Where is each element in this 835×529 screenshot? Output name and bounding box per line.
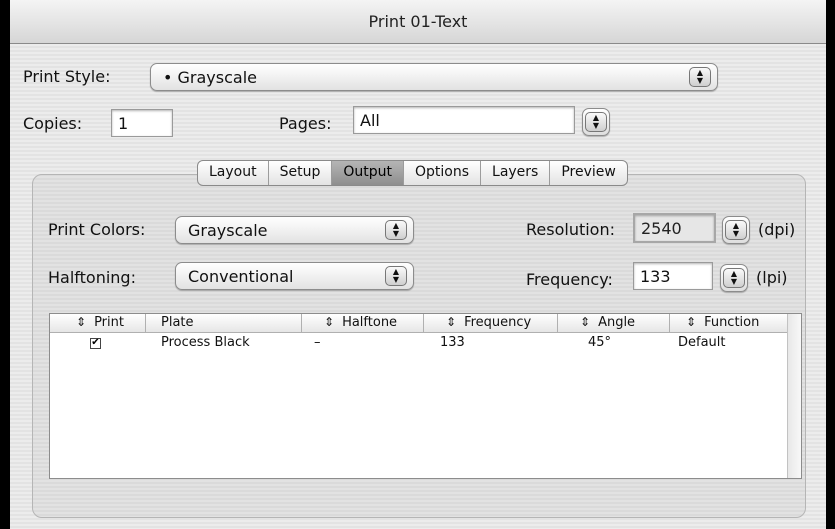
frequency-cell: 133 [440, 335, 465, 350]
tab-output[interactable]: Output [332, 161, 404, 185]
plates-table: ⇕ Print Plate ⇕ Halftone ⇕ Frequency ⇕ Angle… [49, 313, 802, 479]
print-checkbox[interactable]: ✔ [90, 338, 101, 349]
angle-cell: 45° [588, 335, 612, 350]
tab-layout[interactable]: Layout [198, 161, 269, 185]
print-colors-label: Print Colors: [48, 220, 146, 239]
tab-bar: Layout Setup Output Options Layers Previ… [197, 160, 628, 186]
table-header: ⇕ Print Plate ⇕ Halftone ⇕ Frequency ⇕ Angle… [50, 314, 787, 333]
sort-icon: ⇕ [76, 315, 87, 329]
halftone-cell: – [314, 335, 321, 350]
function-cell: Default [678, 335, 726, 350]
plate-cell: Process Black [161, 335, 250, 350]
column-header-function[interactable]: ⇕ Function [670, 314, 788, 332]
halftoning-popup[interactable]: Conventional ▲ ▼ [175, 262, 414, 290]
sort-icon: ⇕ [686, 315, 697, 329]
print-style-popup[interactable]: • Grayscale ▲ ▼ [150, 63, 718, 91]
popup-arrows-icon: ▲ ▼ [723, 268, 745, 288]
pages-field[interactable]: All [353, 106, 575, 134]
frequency-popup-button[interactable]: ▲ ▼ [720, 264, 748, 292]
column-header-print[interactable]: ⇕ Print [50, 314, 146, 332]
print-colors-value: Grayscale [188, 221, 268, 240]
sort-icon: ⇕ [580, 315, 591, 329]
copies-label: Copies: [23, 114, 83, 133]
resolution-label: Resolution: [526, 220, 615, 239]
window-title: Print 01-Text [368, 12, 468, 31]
pages-label: Pages: [279, 114, 332, 133]
resolution-popup-button[interactable]: ▲ ▼ [722, 216, 750, 244]
halftoning-value: Conventional [188, 267, 294, 286]
sort-icon: ⇕ [324, 315, 335, 329]
resolution-field[interactable]: 2540 [633, 213, 716, 243]
popup-arrows-icon: ▲ ▼ [385, 266, 407, 286]
resolution-unit: (dpi) [758, 220, 796, 239]
popup-arrows-icon: ▲ ▼ [385, 220, 407, 240]
column-header-plate[interactable]: Plate [146, 314, 302, 332]
print-colors-popup[interactable]: Grayscale ▲ ▼ [175, 216, 414, 244]
copies-field[interactable]: 1 [111, 109, 173, 137]
tab-setup[interactable]: Setup [269, 161, 333, 185]
column-header-angle[interactable]: ⇕ Angle [558, 314, 670, 332]
print-dialog: Print 01-Text Print Style: • Grayscale ▲… [10, 0, 826, 529]
column-header-frequency[interactable]: ⇕ Frequency [424, 314, 558, 332]
sort-icon: ⇕ [446, 315, 457, 329]
title-bar: Print 01-Text [10, 0, 826, 44]
column-header-halftone[interactable]: ⇕ Halftone [302, 314, 424, 332]
frequency-label: Frequency: [526, 270, 613, 289]
frequency-unit: (lpi) [756, 268, 788, 287]
tab-preview[interactable]: Preview [550, 161, 627, 185]
frequency-field[interactable]: 133 [633, 262, 713, 290]
popup-arrows-icon: ▲ ▼ [585, 112, 607, 132]
tab-layers[interactable]: Layers [481, 161, 551, 185]
pages-popup-button[interactable]: ▲ ▼ [582, 108, 610, 136]
print-style-value: • Grayscale [163, 68, 257, 87]
halftoning-label: Halftoning: [48, 268, 136, 287]
popup-arrows-icon: ▲ ▼ [689, 67, 711, 87]
table-scrollbar[interactable] [787, 314, 801, 478]
tab-options[interactable]: Options [404, 161, 482, 185]
popup-arrows-icon: ▲ ▼ [725, 220, 747, 240]
print-style-label: Print Style: [23, 67, 111, 86]
